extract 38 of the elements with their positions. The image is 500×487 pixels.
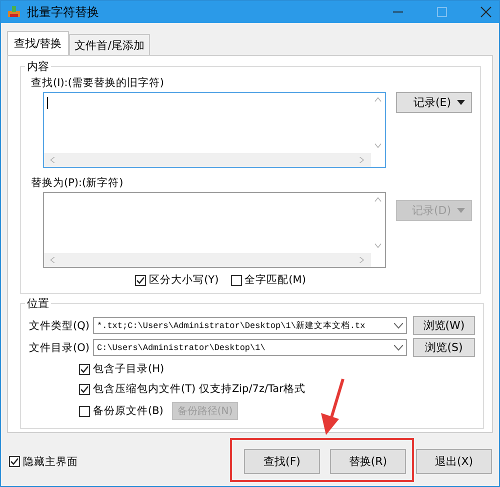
group-title: 位置	[26, 296, 50, 311]
find-label: 查找(I):(需要替换的旧字符)	[31, 76, 166, 90]
checkbox-label: 包含压缩包内文件(T) 仅支持Zip/7z/Tar格式	[93, 382, 306, 396]
checkbox-label: 包含子目录(H)	[93, 362, 164, 376]
checkbox-label: 全字匹配(M)	[244, 273, 306, 287]
dropdown-icon	[457, 208, 465, 213]
browse-button[interactable]: 浏览(W)	[413, 316, 475, 335]
dropdown-icon	[457, 100, 465, 105]
text-area[interactable]	[43, 192, 386, 268]
replace-label: 替换为(P):(新字符)	[31, 176, 124, 190]
tab[interactable]: 文件首/尾添加	[68, 34, 150, 55]
group-title: 内容	[26, 59, 50, 74]
checkbox[interactable]	[79, 364, 90, 374]
dropdown-icon	[394, 322, 403, 328]
action-button[interactable]: 查找(F)	[244, 449, 320, 474]
action-button[interactable]: 替换(R)	[330, 449, 406, 474]
tab[interactable]: 查找/替换	[7, 31, 69, 55]
window-title: 批量字符替换	[27, 4, 100, 20]
checkbox[interactable]	[9, 456, 20, 467]
checkbox-label: 区分大小写(Y)	[149, 273, 219, 287]
combo-field[interactable]: C:\Users\Administrator\Desktop\1\	[93, 339, 407, 356]
dropdown-icon	[394, 344, 403, 350]
checkbox[interactable]	[79, 406, 90, 416]
browse-button[interactable]: 浏览(S)	[413, 338, 475, 357]
field-label: 文件类型(Q)	[29, 318, 89, 332]
text-area[interactable]	[43, 92, 386, 168]
history-button[interactable]: 记录(E)	[396, 92, 472, 113]
action-button[interactable]: 退出(X)	[416, 449, 492, 474]
checkbox[interactable]	[135, 274, 146, 286]
maximize-icon	[435, 5, 449, 19]
combo-field[interactable]: *.txt;C:\Users\Administrator\Desktop\1\新建文本文档.tx	[93, 317, 407, 334]
checkbox[interactable]	[230, 274, 242, 286]
app-icon	[7, 5, 21, 19]
field-label: 文件目录(O)	[29, 340, 89, 354]
checkbox[interactable]	[79, 384, 90, 394]
checkbox-label: 隐藏主界面	[23, 454, 78, 468]
checkbox-label: 备份原文件(B)	[93, 404, 164, 418]
close-icon[interactable]	[479, 5, 493, 19]
